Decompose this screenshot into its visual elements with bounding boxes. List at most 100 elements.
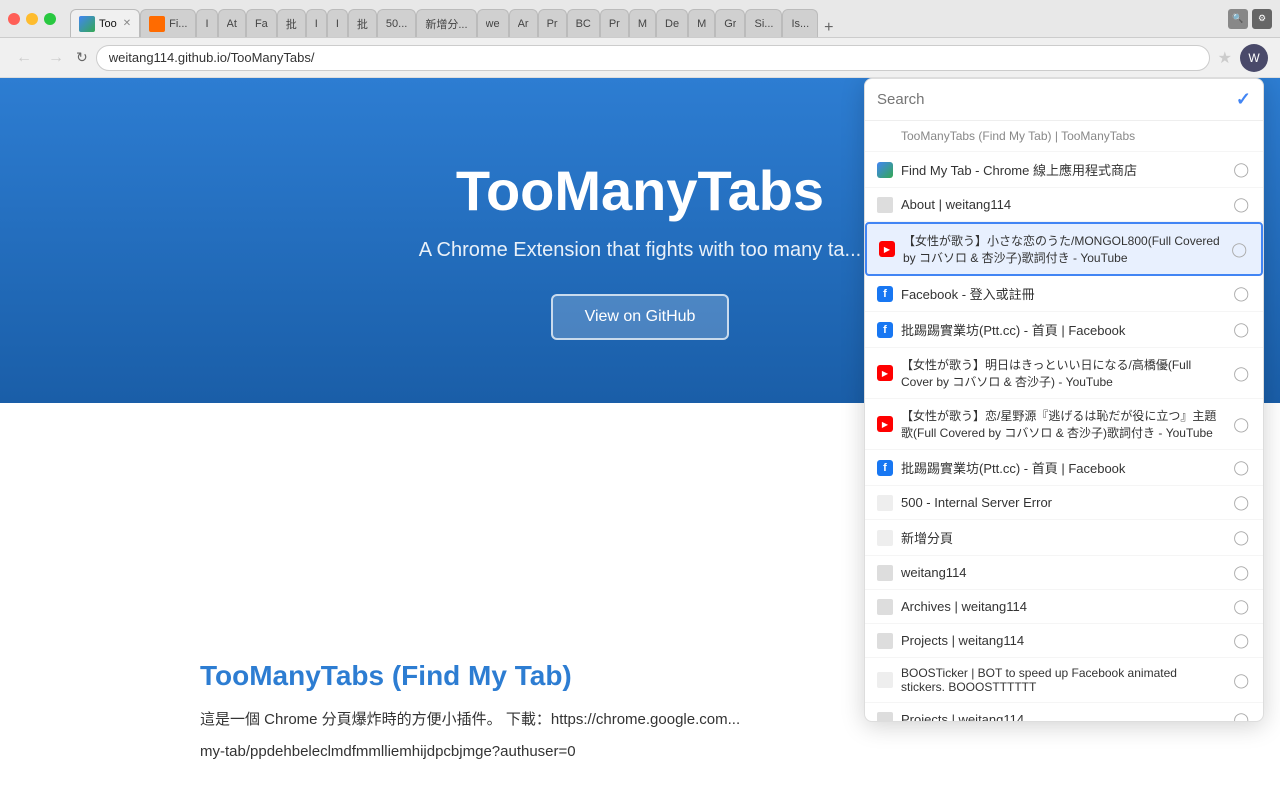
traffic-lights [8,13,56,25]
tab-label-we: we [486,18,500,30]
item-close-button-15[interactable]: ◯ [1231,711,1251,721]
item-title-10: 新增分頁 [901,528,1223,547]
tab-yt1[interactable]: I [196,9,217,37]
item-close-button-6[interactable]: ◯ [1231,365,1251,382]
item-close-button-5[interactable]: ◯ [1231,321,1251,338]
item-favicon-14 [877,672,893,688]
item-favicon-9 [877,495,893,511]
reload-button[interactable]: ↻ [76,49,88,66]
tab-pi2[interactable]: 批 [348,9,377,37]
item-close-button-2[interactable]: ◯ [1231,196,1251,213]
tab-label-yt1: I [205,18,208,30]
tab-label-pi2: 批 [357,16,368,32]
item-close-button-9[interactable]: ◯ [1231,494,1251,511]
list-item[interactable]: 【女性が歌う】明日はきっといい日になる/高橋優(Full Cover by コバ… [865,348,1263,399]
list-item[interactable]: f 批踢踢實業坊(Ptt.cc) - 首頁 | Facebook ◯ [865,450,1263,486]
bookmark-button[interactable]: ★ [1218,48,1232,68]
tab-gr[interactable]: Gr [715,9,745,37]
item-title-14: BOOSTicker | BOT to speed up Facebook an… [901,666,1223,694]
tab-label-ar: Ar [518,18,529,30]
list-item[interactable]: About | weitang114 ◯ [865,188,1263,222]
tab-label-fa: Fa [255,18,268,30]
tab-label-bc: BC [576,18,591,30]
tab-label-yt2: I [315,18,318,30]
tab-yt2[interactable]: I [306,9,327,37]
tab-label-si: Si... [754,18,773,30]
tab-m[interactable]: M [629,9,656,37]
tab-close-tmt[interactable]: ✕ [123,18,131,29]
back-button[interactable]: ← [12,47,36,69]
list-item[interactable]: 500 - Internal Server Error ◯ [865,486,1263,520]
address-input[interactable] [96,45,1210,71]
list-item[interactable]: f Facebook - 登入或註冊 ◯ [865,276,1263,312]
list-item[interactable]: 【女性が歌う】恋/星野源『逃げるは恥だが役に立つ』主題歌(Full Covere… [865,399,1263,450]
tab-label-gm: M [697,18,706,30]
minimize-window-button[interactable] [26,13,38,25]
new-tab-button[interactable]: + [818,19,839,37]
list-item[interactable]: Find My Tab - Chrome 線上應用程式商店 ◯ [865,152,1263,188]
list-item[interactable]: Projects | weitang114 ◯ [865,624,1263,658]
item-title-4: Facebook - 登入或註冊 [901,284,1223,303]
tab-new[interactable]: 新增分... [416,9,476,37]
item-favicon-12 [877,599,893,615]
ext-icon-1[interactable]: ⚙ [1252,9,1272,29]
list-item[interactable]: f 批踢踢實業坊(Ptt.cc) - 首頁 | Facebook ◯ [865,312,1263,348]
item-favicon-10 [877,530,893,546]
extension-area: 🔍 ⚙ [1228,9,1272,29]
item-title-2: About | weitang114 [901,197,1223,212]
tab-toomanyytabs[interactable]: Too ✕ [70,9,140,37]
tab-si[interactable]: Si... [745,9,782,37]
tab-bc[interactable]: BC [567,9,600,37]
tab-fire[interactable]: Fi... [140,9,196,37]
item-close-button-12[interactable]: ◯ [1231,598,1251,615]
tab-de[interactable]: De [656,9,688,37]
tab-500[interactable]: 50... [377,9,416,37]
list-item[interactable]: Archives | weitang114 ◯ [865,590,1263,624]
item-close-button-14[interactable]: ◯ [1231,672,1251,689]
item-title-15: Projects | weitang114 [901,712,1223,721]
forward-button[interactable]: → [44,47,68,69]
tab-yt3[interactable]: I [327,9,348,37]
item-close-button-8[interactable]: ◯ [1231,459,1251,476]
page-content: TooManyTabs A Chrome Extension that figh… [0,78,1280,800]
tab-is[interactable]: Is... [782,9,818,37]
item-favicon-11 [877,565,893,581]
tab-favicon-tmt [79,16,95,32]
item-close-button-10[interactable]: ◯ [1231,529,1251,546]
tab-we[interactable]: we [477,9,509,37]
item-title-12: Archives | weitang114 [901,599,1223,614]
list-item[interactable]: BOOSTicker | BOT to speed up Facebook an… [865,658,1263,703]
tab-label-at: At [227,18,237,30]
dropdown-confirm-icon[interactable]: ✓ [1236,89,1251,110]
item-favicon-15 [877,712,893,722]
item-title-1: Find My Tab - Chrome 線上應用程式商店 [901,160,1223,179]
item-close-button-13[interactable]: ◯ [1231,632,1251,649]
tab-at[interactable]: At [218,9,246,37]
item-close-button-1[interactable]: ◯ [1231,161,1251,178]
list-item[interactable]: weitang114 ◯ [865,556,1263,590]
list-item[interactable]: 新增分頁 ◯ [865,520,1263,556]
tab-label-de: De [665,18,679,30]
list-item[interactable]: 【女性が歌う】小さな恋のうた/MONGOL800(Full Covered by… [865,222,1263,276]
tab-pr1[interactable]: Pr [538,9,567,37]
tab-pi1[interactable]: 批 [277,9,306,37]
maximize-window-button[interactable] [44,13,56,25]
toomanyytabs-dropdown: ✓ TooManyTabs (Find My Tab) | TooManyTab… [864,78,1264,722]
tab-gm[interactable]: M [688,9,715,37]
close-window-button[interactable] [8,13,20,25]
item-close-button-11[interactable]: ◯ [1231,564,1251,581]
ext-icon-search[interactable]: 🔍 [1228,9,1248,29]
profile-button[interactable]: W [1240,44,1268,72]
dropdown-search-input[interactable] [877,91,1228,108]
item-close-button-7[interactable]: ◯ [1231,416,1251,433]
view-on-github-button[interactable]: View on GitHub [551,294,730,340]
tab-label-m: M [638,18,647,30]
tab-ar[interactable]: Ar [509,9,538,37]
item-close-button-3[interactable]: ◯ [1229,241,1249,258]
tab-fa[interactable]: Fa [246,9,277,37]
item-title-7: 【女性が歌う】恋/星野源『逃げるは恥だが役に立つ』主題歌(Full Covere… [901,407,1223,441]
tab-label-gr: Gr [724,18,736,30]
tab-pr2[interactable]: Pr [600,9,629,37]
item-close-button-4[interactable]: ◯ [1231,285,1251,302]
list-item[interactable]: Projects | weitang114 ◯ [865,703,1263,721]
